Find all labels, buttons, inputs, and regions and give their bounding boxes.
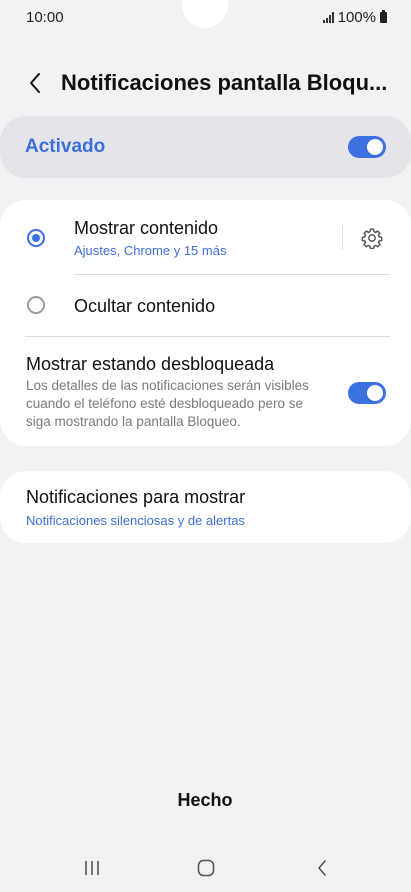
- divider: [74, 274, 390, 275]
- battery-percentage: 100%: [337, 9, 376, 26]
- status-time: 10:00: [26, 9, 64, 26]
- master-toggle-switch[interactable]: [348, 136, 386, 158]
- lock-screen-options-card: Mostrar contenido Ajustes, Chrome y 15 m…: [0, 200, 411, 446]
- status-bar: 10:00 100%: [0, 0, 411, 34]
- battery-icon: [380, 10, 387, 23]
- nav-back-button[interactable]: [302, 850, 342, 886]
- page-title: Notificaciones pantalla Bloqu...: [61, 70, 388, 95]
- option-hide-content-title[interactable]: Ocultar contenido: [74, 296, 215, 317]
- radio-show-content[interactable]: [27, 229, 45, 247]
- radio-hide-content[interactable]: [27, 296, 45, 314]
- home-icon: [197, 859, 215, 877]
- show-unlocked-title[interactable]: Mostrar estando desbloqueada: [26, 354, 274, 375]
- camera-notch: [182, 0, 228, 28]
- home-button[interactable]: [186, 850, 226, 886]
- navigation-bar: [0, 850, 411, 886]
- toggle-knob: [367, 385, 383, 401]
- master-toggle-row[interactable]: Activado: [0, 116, 411, 178]
- show-unlocked-toggle[interactable]: [348, 382, 386, 404]
- content-settings-button[interactable]: [357, 223, 387, 253]
- divider: [25, 336, 390, 337]
- back-arrow-icon: [30, 73, 40, 93]
- show-unlocked-description: Los detalles de las notificaciones serán…: [26, 378, 309, 429]
- header: Notificaciones pantalla Bloqu...: [0, 62, 411, 106]
- back-button[interactable]: [20, 66, 50, 100]
- notifications-to-show-card[interactable]: Notificaciones para mostrar Notificacion…: [0, 471, 411, 543]
- master-toggle-label: Activado: [25, 136, 106, 157]
- status-indicators: 100%: [322, 9, 387, 26]
- vertical-divider: [342, 226, 343, 250]
- signal-icon: [322, 12, 334, 23]
- gear-icon: [361, 228, 383, 249]
- notifications-to-show-value: Notificaciones silenciosas y de alertas: [26, 513, 245, 528]
- option-show-content-subtitle: Ajustes, Chrome y 15 más: [74, 243, 227, 258]
- nav-back-icon: [318, 860, 326, 876]
- done-button[interactable]: Hecho: [155, 790, 255, 820]
- recents-button[interactable]: [72, 850, 112, 886]
- toggle-knob: [367, 139, 383, 155]
- recents-icon: [85, 861, 99, 875]
- notifications-to-show-title: Notificaciones para mostrar: [26, 487, 246, 507]
- option-show-content-title[interactable]: Mostrar contenido: [74, 218, 218, 239]
